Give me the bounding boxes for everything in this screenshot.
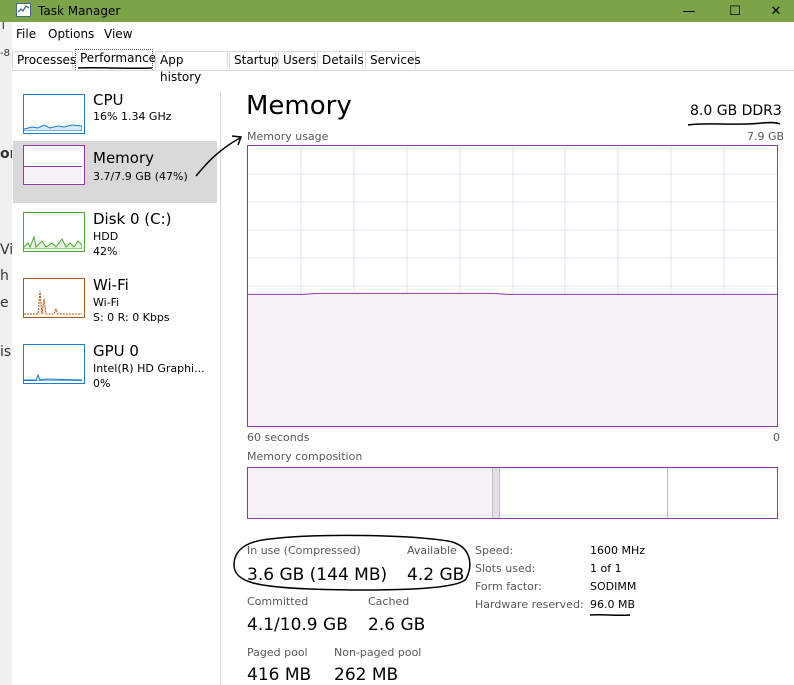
sidebar-item-value: 0%: [93, 377, 111, 390]
title-bar[interactable]: Task Manager — ☐ ✕: [0, 0, 794, 22]
memory-usage-max: 7.9 GB: [747, 130, 785, 143]
sidebar-item-subtitle: HDD: [93, 230, 119, 243]
background-text: -8: [0, 48, 10, 59]
sidebar-item-value: S: 0 R: 0 Kbps: [93, 311, 170, 324]
graph-time-right: 0: [773, 431, 780, 444]
sidebar-item-subtitle: 3.7/7.9 GB (47%): [93, 170, 188, 183]
paged-pool-value: 416 MB: [247, 665, 312, 685]
sidebar-item-title: Wi-Fi: [93, 276, 129, 294]
memory-usage-area: [248, 293, 777, 426]
memory-composition-bar: [247, 467, 778, 519]
background-text: T: [0, 22, 7, 32]
speed-label: Speed:: [475, 544, 514, 557]
sidebar-item-title: CPU: [93, 91, 124, 109]
wifi-thumbnail: [23, 278, 85, 318]
sidebar-item-title: Memory: [93, 149, 155, 167]
sidebar-item-title: Disk 0 (C:): [93, 210, 172, 228]
tab-users[interactable]: Users: [278, 51, 317, 69]
maximize-button[interactable]: ☐: [712, 0, 758, 22]
non-paged-pool-label: Non-paged pool: [334, 646, 422, 659]
close-button[interactable]: ✕: [758, 0, 794, 22]
task-manager-icon: [16, 3, 31, 17]
minimize-button[interactable]: —: [666, 0, 712, 22]
non-paged-pool-value: 262 MB: [334, 665, 399, 685]
annotation-underline: [589, 613, 631, 617]
slots-used-value: 1 of 1: [590, 562, 622, 575]
memory-usage-graph: [247, 145, 778, 427]
annotation-arrow: [195, 135, 243, 177]
window-title: Task Manager: [38, 4, 121, 18]
sidebar-item-value: 42%: [93, 245, 118, 258]
background-window: M T -8 or Vi h e is: [0, 22, 12, 685]
hardware-reserved-label: Hardware reserved:: [475, 598, 584, 611]
tab-processes[interactable]: Processes: [12, 51, 76, 69]
annotation-circle: [233, 534, 471, 591]
cached-value: 2.6 GB: [368, 615, 426, 635]
form-factor-value: SODIMM: [590, 580, 637, 593]
panel-divider: [220, 92, 221, 685]
memory-thumbnail: [23, 145, 85, 185]
menu-file[interactable]: File: [16, 27, 36, 41]
paged-pool-label: Paged pool: [247, 646, 308, 659]
menu-bar: File Options View: [12, 22, 794, 46]
page-title: Memory: [246, 91, 352, 121]
cpu-thumbnail: [23, 94, 85, 134]
background-text: or: [0, 146, 12, 162]
memory-composition-label: Memory composition: [247, 450, 363, 463]
memory-usage-label: Memory usage: [247, 130, 329, 143]
sidebar-item-subtitle: Intel(R) HD Graphi...: [93, 362, 205, 375]
cached-label: Cached: [368, 595, 410, 608]
composition-separator: [667, 468, 668, 518]
background-text: Vi: [0, 242, 12, 258]
committed-label: Committed: [247, 595, 309, 608]
annotation-underline: [687, 121, 781, 126]
slots-used-label: Slots used:: [475, 562, 536, 575]
background-text: h: [0, 268, 9, 284]
graph-time-left: 60 seconds: [247, 431, 310, 444]
tab-app-history[interactable]: App history: [155, 51, 228, 84]
hardware-reserved-value: 96.0 MB: [590, 598, 636, 611]
composition-in-use: [248, 468, 492, 518]
menu-options[interactable]: Options: [48, 27, 94, 41]
background-text: e: [0, 295, 9, 311]
form-factor-label: Form factor:: [475, 580, 542, 593]
background-text: is: [0, 344, 12, 360]
gpu-thumbnail: [23, 344, 85, 384]
menu-view[interactable]: View: [104, 27, 132, 41]
annotation-underline: [77, 66, 153, 70]
sidebar-item-wifi[interactable]: Wi-Fi Wi-Fi S: 0 R: 0 Kbps: [13, 274, 217, 336]
sidebar-item-disk[interactable]: Disk 0 (C:) HDD 42%: [13, 208, 217, 270]
tab-services[interactable]: Services: [365, 51, 421, 69]
sidebar-item-gpu[interactable]: GPU 0 Intel(R) HD Graphi... 0%: [13, 340, 217, 402]
sidebar-item-subtitle: Wi-Fi: [93, 296, 120, 309]
sidebar-item-title: GPU 0: [93, 342, 139, 360]
sidebar-item-memory[interactable]: Memory 3.7/7.9 GB (47%): [13, 141, 217, 203]
tab-details[interactable]: Details: [317, 51, 364, 69]
memory-spec: 8.0 GB DDR3: [690, 103, 782, 119]
disk-thumbnail: [23, 212, 85, 252]
committed-value: 4.1/10.9 GB: [247, 615, 348, 635]
composition-modified: [492, 468, 500, 518]
sidebar-item-subtitle: 16% 1.34 GHz: [93, 110, 172, 123]
speed-value: 1600 MHz: [590, 544, 646, 557]
tab-startup[interactable]: Startup: [229, 51, 279, 69]
